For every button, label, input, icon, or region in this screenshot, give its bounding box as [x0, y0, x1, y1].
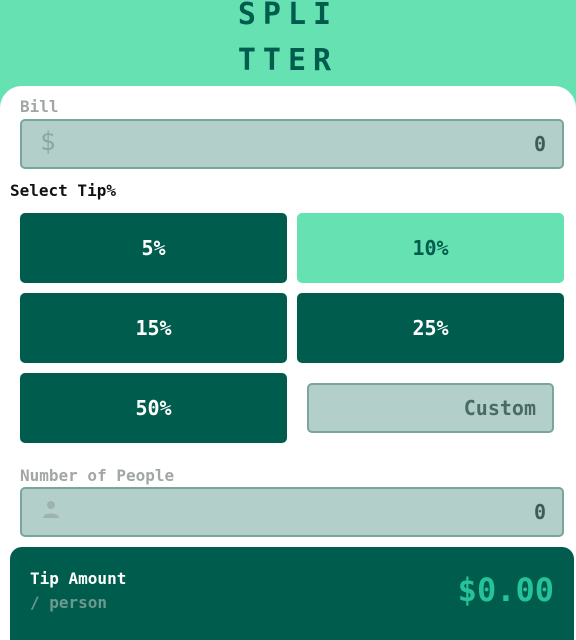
result-panel: Tip Amount / person $0.00: [10, 547, 574, 640]
bill-input[interactable]: $ 0: [20, 119, 564, 169]
select-tip-label: Select Tip%: [10, 181, 116, 200]
people-input[interactable]: 0: [20, 487, 564, 537]
dollar-icon: $: [40, 127, 56, 157]
tip-button-10[interactable]: 10%: [297, 213, 564, 283]
custom-tip-input[interactable]: Custom: [307, 383, 554, 433]
tip-button-15[interactable]: 15%: [20, 293, 287, 363]
tip-button-25[interactable]: 25%: [297, 293, 564, 363]
people-value: 0: [533, 500, 546, 524]
people-label: Number of People: [20, 466, 175, 485]
app-logo: SPLI TTER: [0, 0, 576, 88]
logo-line-1: SPLI: [237, 0, 339, 32]
tip-button-5[interactable]: 5%: [20, 213, 287, 283]
tip-button-50[interactable]: 50%: [20, 373, 287, 443]
bill-label: Bill: [20, 97, 59, 116]
bill-value: 0: [533, 132, 546, 156]
person-icon: [43, 501, 59, 518]
per-person-label: / person: [30, 593, 108, 612]
tip-amount-label: Tip Amount: [30, 569, 127, 588]
tip-amount-value: $0.00: [457, 571, 554, 609]
logo-line-2: TTER: [237, 43, 339, 78]
